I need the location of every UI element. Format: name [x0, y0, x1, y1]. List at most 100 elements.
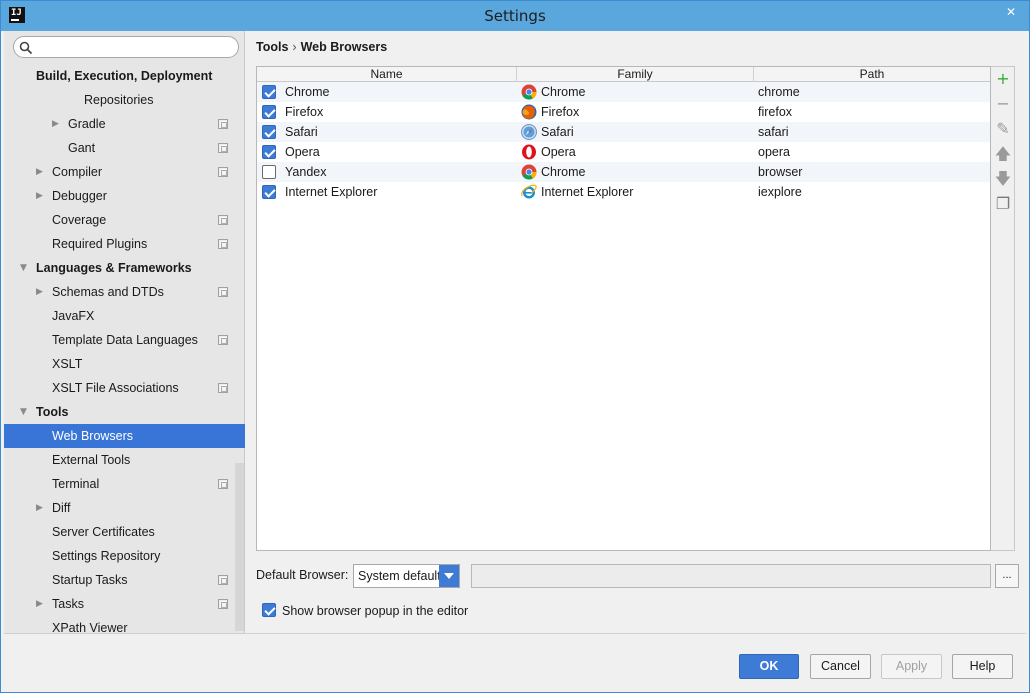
sidebar-scrollbar[interactable] — [235, 463, 244, 631]
sidebar-item[interactable]: ▼ Tools — [4, 400, 245, 424]
remove-icon[interactable]: − — [991, 92, 1015, 116]
collapsed-arrow-icon[interactable]: ▶ — [36, 160, 46, 184]
breadcrumb-parent[interactable]: Tools — [256, 40, 288, 54]
browser-name-cell[interactable]: Yandex — [285, 162, 326, 182]
search-input[interactable] — [36, 39, 232, 55]
table-row[interactable]: Opera Opera opera — [257, 142, 990, 162]
table-row[interactable]: Firefox Firefox firefox — [257, 102, 990, 122]
move-up-icon[interactable]: 🡅 — [991, 142, 1015, 166]
sidebar-item-label: Server Certificates — [52, 525, 155, 539]
sidebar-item[interactable]: Settings Repository — [4, 544, 245, 568]
browser-name-cell[interactable]: Internet Explorer — [285, 182, 377, 202]
apply-button[interactable]: Apply — [881, 654, 942, 679]
project-level-icon — [218, 167, 228, 177]
browser-path-cell[interactable]: safari — [758, 122, 789, 142]
search-box[interactable] — [13, 36, 239, 58]
collapsed-arrow-icon[interactable]: ▶ — [36, 592, 46, 616]
browser-name-cell[interactable]: Chrome — [285, 82, 329, 102]
browser-family-cell[interactable]: Chrome — [541, 82, 585, 102]
sidebar-item[interactable]: ▶ Compiler — [4, 160, 245, 184]
move-down-icon[interactable]: 🡇 — [991, 167, 1015, 191]
browse-button[interactable]: ... — [995, 564, 1019, 588]
sidebar-item[interactable]: Build, Execution, Deployment — [4, 64, 245, 88]
browser-family-cell[interactable]: Opera — [541, 142, 576, 162]
ok-button[interactable]: OK — [739, 654, 799, 679]
table-row[interactable]: Safari Safari safari — [257, 122, 990, 142]
sidebar-item[interactable]: JavaFX — [4, 304, 245, 328]
help-button[interactable]: Help — [952, 654, 1013, 679]
sidebar-item[interactable]: Web Browsers — [4, 424, 245, 448]
column-header-name[interactable]: Name — [257, 67, 517, 82]
sidebar-item[interactable]: ▼ Languages & Frameworks — [4, 256, 245, 280]
browser-path-cell[interactable]: chrome — [758, 82, 800, 102]
sidebar-item[interactable]: External Tools — [4, 448, 245, 472]
project-level-icon — [218, 287, 228, 297]
browser-family-cell[interactable]: Chrome — [541, 162, 585, 182]
browser-family-cell[interactable]: Internet Explorer — [541, 182, 633, 202]
cancel-button[interactable]: Cancel — [810, 654, 871, 679]
sidebar-item[interactable]: Terminal — [4, 472, 245, 496]
web-browsers-panel: Tools › Web Browsers Name Family Path Chro… — [246, 31, 1026, 633]
sidebar-item[interactable]: XSLT — [4, 352, 245, 376]
browser-active-checkbox[interactable] — [262, 185, 276, 199]
sidebar-item[interactable]: Startup Tasks — [4, 568, 245, 592]
table-row[interactable]: Yandex Chrome browser — [257, 162, 990, 182]
sidebar-item[interactable]: ▶ Gradle — [4, 112, 245, 136]
browser-active-checkbox[interactable] — [262, 125, 276, 139]
sidebar-item[interactable]: Repositories — [4, 88, 245, 112]
default-browser-dropdown[interactable]: System default — [353, 564, 460, 588]
browser-path-cell[interactable]: firefox — [758, 102, 792, 122]
browser-active-checkbox[interactable] — [262, 145, 276, 159]
sidebar-item[interactable]: XSLT File Associations — [4, 376, 245, 400]
copy-icon[interactable]: ❐ — [991, 192, 1015, 216]
browser-active-checkbox[interactable] — [262, 105, 276, 119]
sidebar-item[interactable]: Gant — [4, 136, 245, 160]
sidebar-item[interactable]: Template Data Languages — [4, 328, 245, 352]
browser-name-cell[interactable]: Opera — [285, 142, 320, 162]
table-row[interactable]: Chrome Chrome chrome — [257, 82, 990, 102]
expanded-arrow-icon[interactable]: ▼ — [20, 400, 30, 424]
sidebar-item-label: Template Data Languages — [52, 333, 198, 347]
dialog-body: Build, Execution, Deployment Repositories… — [4, 31, 1026, 691]
project-level-icon — [218, 599, 228, 609]
edit-icon[interactable]: ✎ — [991, 117, 1015, 141]
default-browser-value: System default — [358, 569, 441, 583]
window-title: Settings — [484, 7, 546, 25]
sidebar-item-label: Schemas and DTDs — [52, 285, 164, 299]
browser-path-cell[interactable]: browser — [758, 162, 802, 182]
project-level-icon — [218, 215, 228, 225]
sidebar-item-label: Tasks — [52, 597, 84, 611]
sidebar-item[interactable]: ▶ Schemas and DTDs — [4, 280, 245, 304]
show-popup-label[interactable]: Show browser popup in the editor — [282, 604, 468, 618]
sidebar-item[interactable]: ▶ Diff — [4, 496, 245, 520]
title-bar[interactable]: IJ Settings ✕ — [1, 1, 1029, 31]
close-button[interactable]: ✕ — [997, 1, 1025, 23]
column-header-path[interactable]: Path — [754, 67, 990, 82]
browser-family-cell[interactable]: Safari — [541, 122, 574, 142]
collapsed-arrow-icon[interactable]: ▶ — [36, 184, 46, 208]
browser-active-checkbox[interactable] — [262, 85, 276, 99]
collapsed-arrow-icon[interactable]: ▶ — [36, 280, 46, 304]
browser-path-cell[interactable]: opera — [758, 142, 790, 162]
sidebar-item[interactable]: ▶ Debugger — [4, 184, 245, 208]
show-popup-checkbox[interactable] — [262, 603, 276, 617]
expanded-arrow-icon[interactable]: ▼ — [20, 256, 30, 280]
chevron-down-icon[interactable] — [439, 565, 459, 587]
sidebar-item[interactable]: Server Certificates — [4, 520, 245, 544]
browser-family-cell[interactable]: Firefox — [541, 102, 579, 122]
sidebar-item[interactable]: Required Plugins — [4, 232, 245, 256]
table-row[interactable]: Internet Explorer Internet Explorer iexplo… — [257, 182, 990, 202]
breadcrumb-current: Web Browsers — [300, 40, 388, 54]
sidebar-item[interactable]: Coverage — [4, 208, 245, 232]
collapsed-arrow-icon[interactable]: ▶ — [52, 112, 62, 136]
browser-active-checkbox[interactable] — [262, 165, 276, 179]
sidebar-item[interactable]: ▶ Tasks — [4, 592, 245, 616]
add-icon[interactable]: + — [991, 67, 1015, 91]
search-icon — [19, 41, 33, 55]
browser-path-field[interactable] — [471, 564, 991, 588]
browser-name-cell[interactable]: Safari — [285, 122, 318, 142]
column-header-family[interactable]: Family — [517, 67, 754, 82]
browser-path-cell[interactable]: iexplore — [758, 182, 802, 202]
collapsed-arrow-icon[interactable]: ▶ — [36, 496, 46, 520]
browser-name-cell[interactable]: Firefox — [285, 102, 323, 122]
